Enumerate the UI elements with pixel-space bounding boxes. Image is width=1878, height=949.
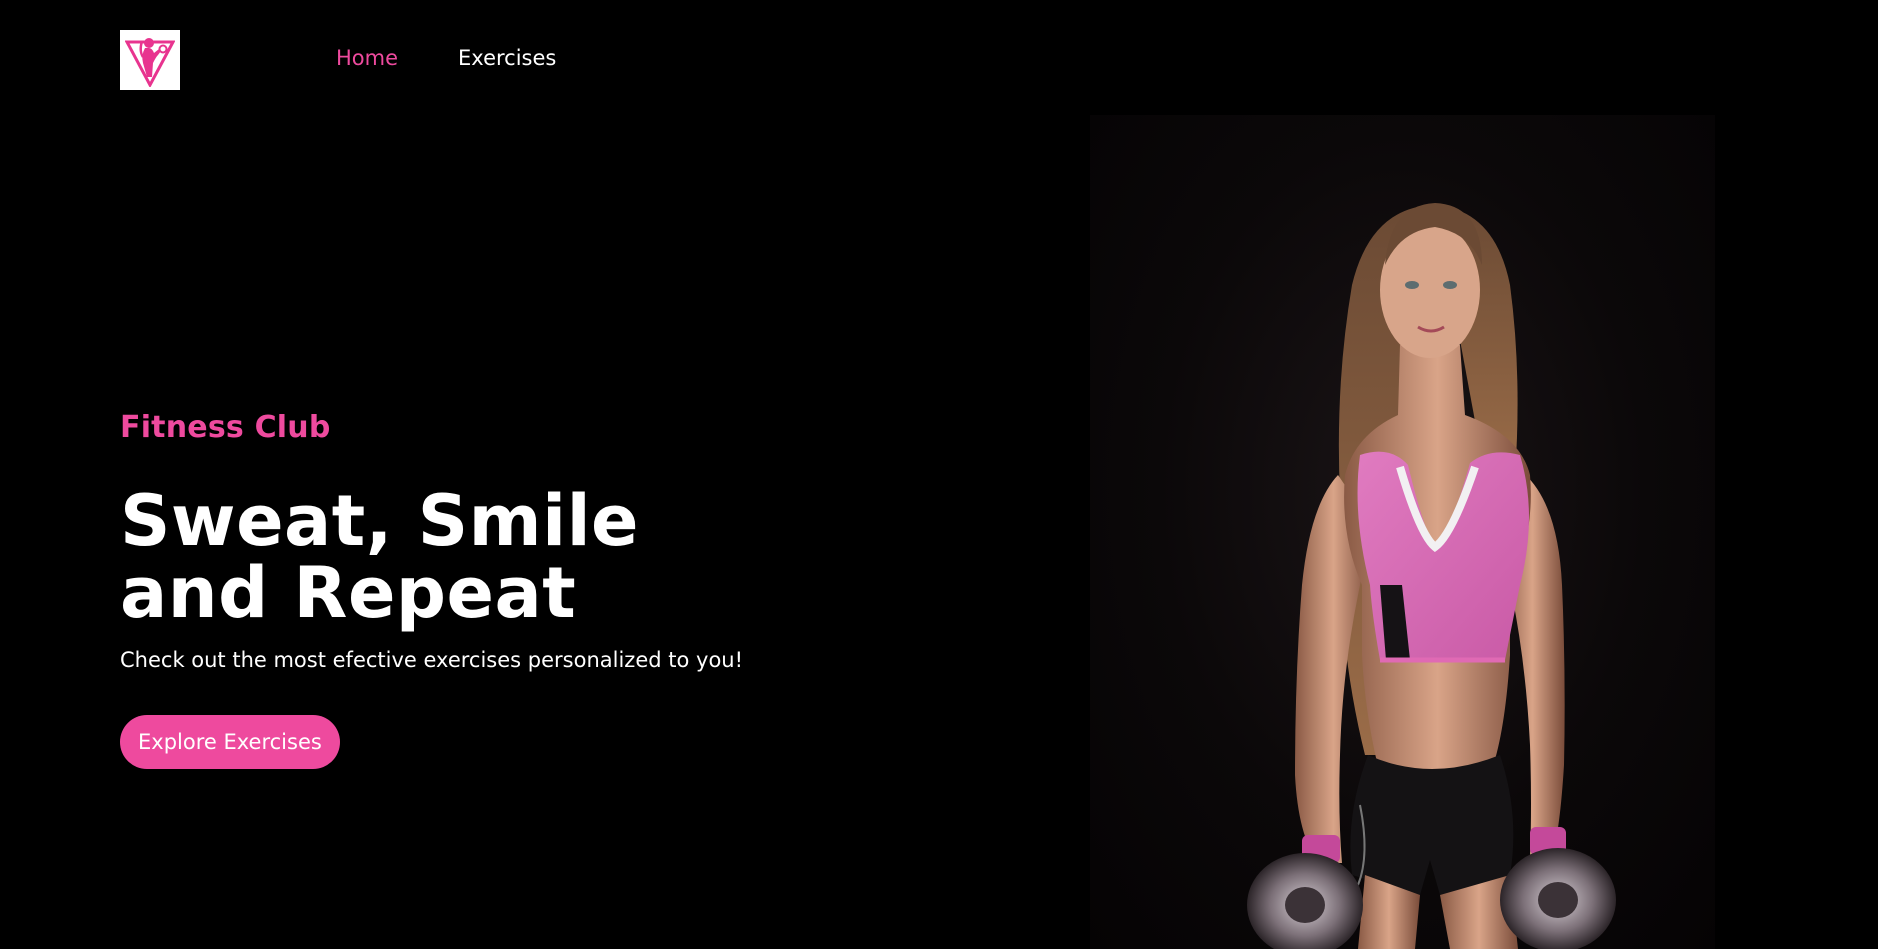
hero-image [1090,115,1715,949]
woman-with-dumbbells-photo [1247,203,1616,949]
logo[interactable] [120,30,180,90]
explore-exercises-button[interactable]: Explore Exercises [120,715,340,769]
page: Home Exercises Fitness Club Sweat, Smile… [0,0,1878,949]
hero-headline-line-2: and Repeat [120,552,577,634]
hero-kicker: Fitness Club [120,410,331,445]
nav-link-home[interactable]: Home [336,46,398,70]
female-fitness-logo-icon [125,38,175,87]
hero-headline-line-1: Sweat, Smile [120,480,640,562]
nav-link-exercises[interactable]: Exercises [458,46,556,70]
hero-headline: Sweat, Smile and Repeat [120,485,639,629]
hero-subtitle: Check out the most efective exercises pe… [120,648,744,672]
main-nav: Home Exercises [336,46,556,70]
